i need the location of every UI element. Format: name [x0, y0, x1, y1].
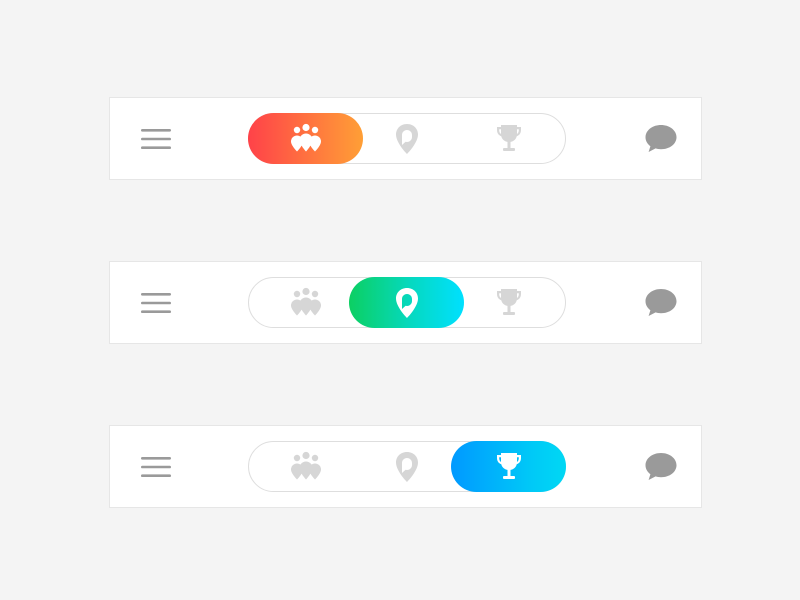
hamburger-menu-icon [141, 293, 171, 313]
segment-people[interactable] [248, 441, 363, 492]
trophy-icon [494, 449, 524, 485]
tab-bar-3 [109, 425, 702, 508]
segment-trophy[interactable] [451, 441, 566, 492]
location-pin-icon [392, 449, 422, 485]
chat-button[interactable] [643, 449, 679, 483]
trophy-icon [494, 121, 524, 157]
segment-trophy[interactable] [451, 113, 566, 164]
chat-bubble-icon [645, 125, 677, 152]
people-pins-icon [288, 121, 324, 157]
menu-button[interactable] [141, 290, 173, 316]
segment-location[interactable] [349, 113, 464, 164]
tab-bar-1 [109, 97, 702, 180]
people-pins-icon [288, 449, 324, 485]
segmented-control [248, 277, 566, 328]
segment-location[interactable] [349, 441, 464, 492]
segment-people[interactable] [248, 277, 363, 328]
hamburger-menu-icon [141, 129, 171, 149]
hamburger-menu-icon [141, 457, 171, 477]
segment-people[interactable] [248, 113, 363, 164]
segmented-control [248, 441, 566, 492]
chat-button[interactable] [643, 121, 679, 155]
chat-bubble-icon [645, 289, 677, 316]
location-pin-icon [392, 285, 422, 321]
location-pin-icon [392, 121, 422, 157]
tab-bar-2 [109, 261, 702, 344]
menu-button[interactable] [141, 126, 173, 152]
segment-trophy[interactable] [451, 277, 566, 328]
menu-button[interactable] [141, 454, 173, 480]
trophy-icon [494, 285, 524, 321]
chat-bubble-icon [645, 453, 677, 480]
people-pins-icon [288, 285, 324, 321]
segmented-control [248, 113, 566, 164]
segment-location[interactable] [349, 277, 464, 328]
chat-button[interactable] [643, 285, 679, 319]
